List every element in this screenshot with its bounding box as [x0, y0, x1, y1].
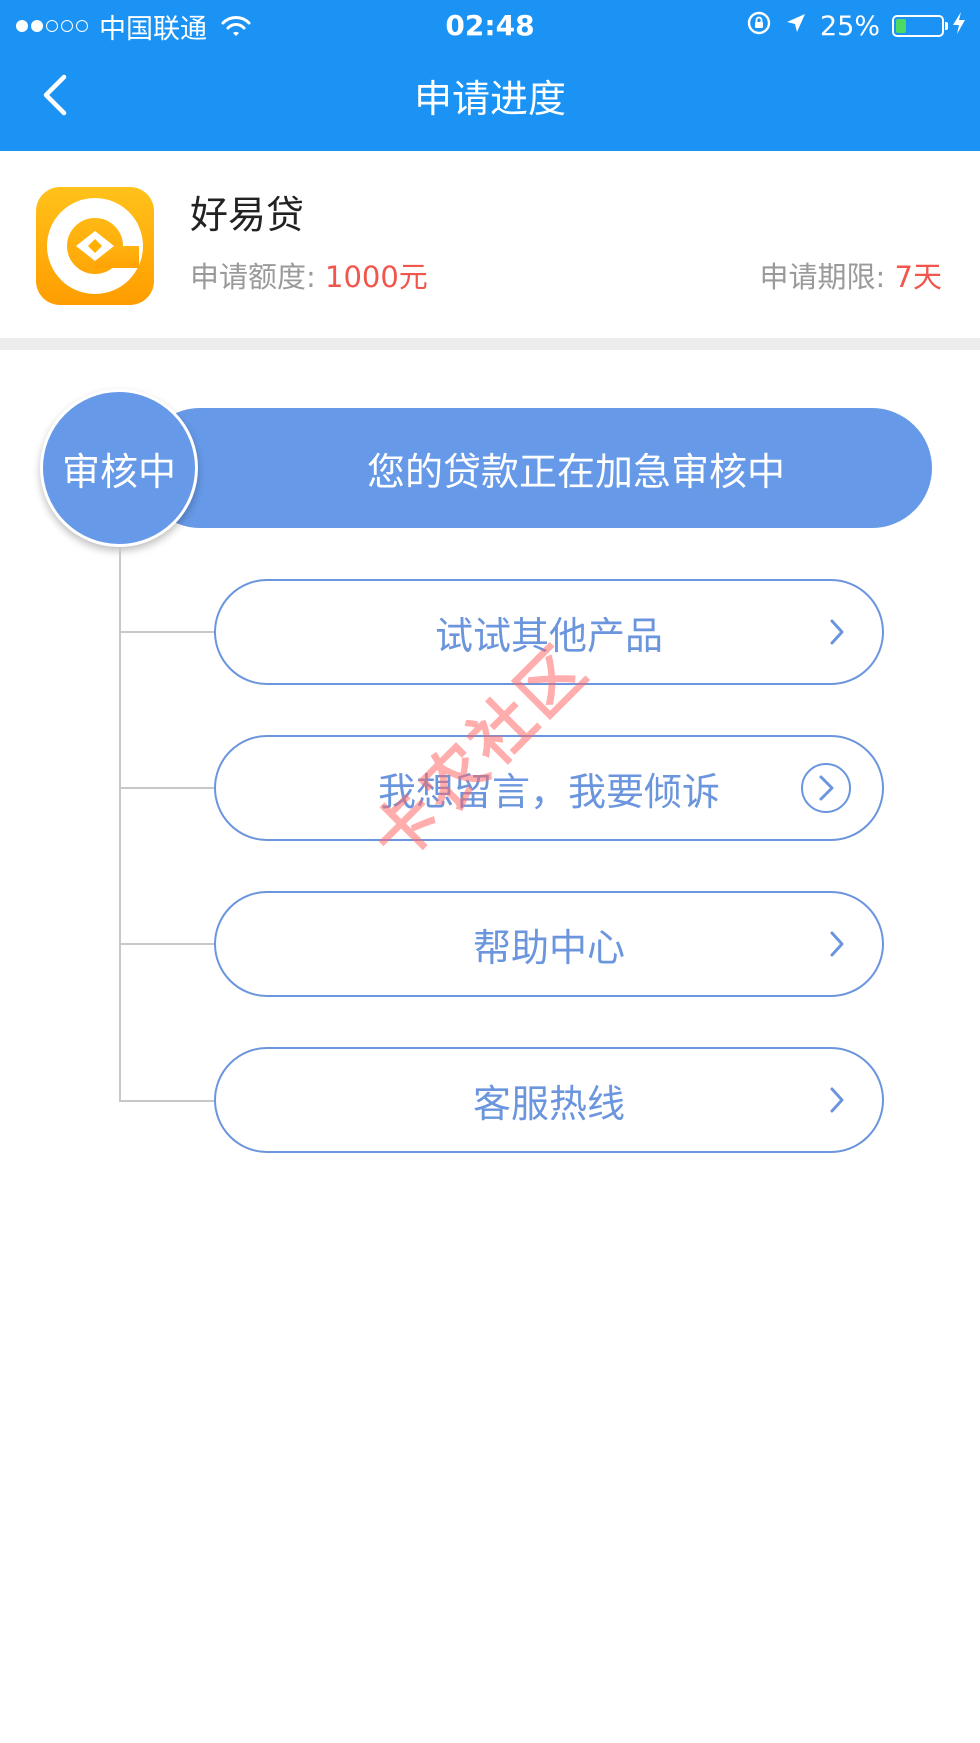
status-message: 您的贷款正在加急审核中 — [366, 449, 785, 494]
loan-amount-label: 申请额度: — [190, 260, 316, 294]
chevron-right-icon — [828, 929, 846, 959]
action-label: 客服热线 — [472, 1081, 625, 1126]
back-button[interactable] — [30, 70, 80, 120]
chevron-left-icon — [43, 74, 67, 116]
charging-bolt-icon — [952, 11, 966, 42]
customer-service-hotline-button[interactable]: 客服热线 — [214, 1047, 884, 1153]
circled-chevron-right-icon — [800, 762, 852, 814]
loan-term-value: 7天 — [894, 260, 942, 294]
loan-amount-value: 1000元 — [325, 260, 428, 294]
status-message-banner: 您的贷款正在加急审核中 — [140, 408, 932, 528]
loan-term: 申请期限: 7天 — [760, 257, 942, 297]
timeline-connector — [119, 1100, 214, 1102]
signal-strength-icon — [16, 20, 91, 32]
action-label: 我想留言，我要倾诉 — [377, 769, 720, 814]
timeline-connector — [119, 787, 214, 789]
battery-icon — [892, 15, 948, 37]
status-badge-label: 审核中 — [61, 449, 176, 494]
leave-message-button[interactable]: 我想留言，我要倾诉 — [214, 735, 884, 841]
chevron-right-icon — [828, 1085, 846, 1115]
chevron-right-icon — [828, 617, 846, 647]
status-bar-left: 中国联通 — [16, 8, 251, 45]
action-label: 帮助中心 — [472, 925, 625, 970]
action-label: 试试其他产品 — [434, 613, 663, 658]
rotation-lock-icon — [746, 10, 772, 43]
product-logo — [36, 187, 154, 305]
timeline-connector — [119, 943, 214, 945]
loan-term-label: 申请期限: — [759, 260, 886, 294]
loan-amount: 申请额度: 1000元 — [190, 257, 428, 297]
status-bar-right: 25% — [734, 8, 966, 44]
page-title: 申请进度 — [413, 77, 566, 121]
carrier-name: 中国联通 — [99, 13, 207, 45]
product-name: 好易贷 — [190, 193, 305, 237]
try-other-products-button[interactable]: 试试其他产品 — [214, 579, 884, 685]
section-divider — [0, 338, 980, 350]
timeline-connector — [119, 631, 214, 633]
location-arrow-icon — [784, 11, 808, 42]
product-card: 好易贷 申请额度: 1000元 申请期限: 7天 — [0, 151, 980, 338]
app-header: 中国联通 02:48 25% 申请进度 — [0, 0, 980, 151]
battery-percentage: 25% — [819, 10, 880, 42]
status-badge: 审核中 — [40, 389, 198, 547]
wifi-icon — [221, 15, 251, 37]
help-center-button[interactable]: 帮助中心 — [214, 891, 884, 997]
